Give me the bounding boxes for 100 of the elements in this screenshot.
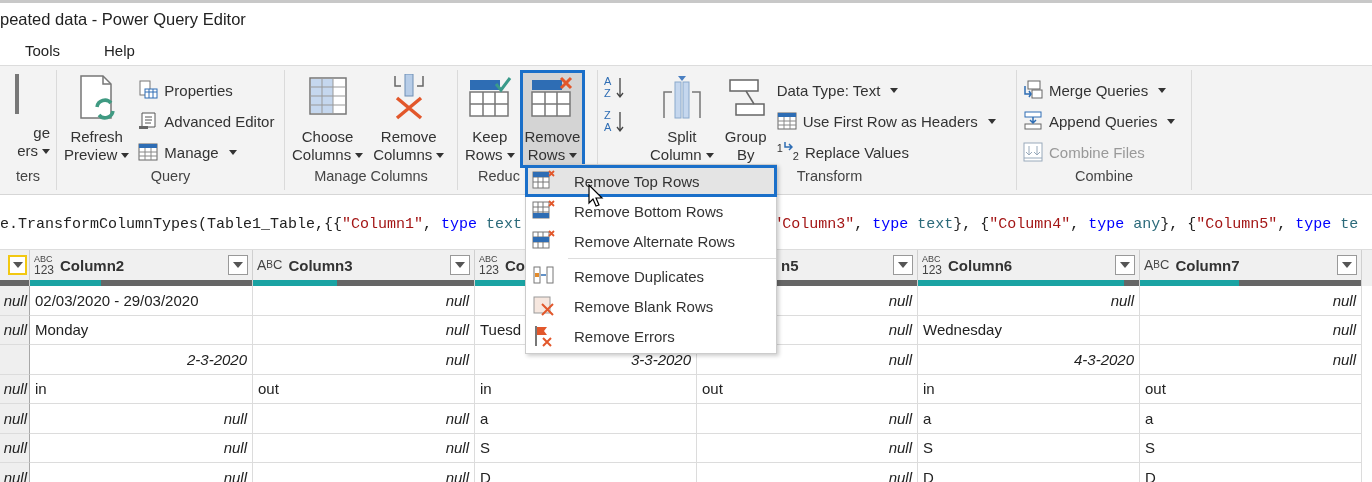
table-cell: null [697,463,918,482]
table-cell: S [475,433,697,463]
caret-icon [455,262,465,268]
ribbon-button[interactable]: Group By [720,72,771,166]
combine-files-icon [1023,142,1043,162]
table-cell: Monday [30,315,253,345]
table-cell: D [1140,463,1362,482]
ribbon-button[interactable]: Advanced Editor [136,109,277,133]
ribbon-button[interactable]: 1 2 Replace Values [774,140,998,164]
merge-icon [1023,80,1043,100]
formula-text: e.TransformColumnTypes(Table1_Table,{{"Column1", type text [0,216,523,233]
table-cell: a [475,404,697,434]
ribbon-button[interactable]: Refresh Preview [61,72,133,166]
table-cell: S [918,433,1140,463]
filter-dropdown[interactable] [450,255,470,275]
ribbon-button[interactable]: ge ers [15,72,52,162]
table-cell: null [697,404,918,434]
arrow-icon [782,142,793,152]
table-cell: in [30,374,253,404]
table-cell: null [253,315,475,345]
group-label: ters [15,168,41,184]
table-cell: null [253,404,475,434]
ribbon-button[interactable]: A Z [602,72,630,104]
column-header[interactable] [0,250,30,286]
table-cell: out [1140,374,1362,404]
ribbon-button[interactable]: Properties [136,78,277,102]
remove-rows-icon [530,74,575,120]
table-cell: Wednesday [918,315,1140,345]
table-cell: a [1140,404,1362,434]
table-cell: null [918,286,1140,316]
group-label: Reduc [478,168,520,184]
caret-icon [898,262,908,268]
caret-icon [12,262,23,268]
arrow-icon [616,110,624,134]
table-cell: null [253,463,475,482]
remove-top-rows-icon [532,170,556,192]
table-cell: null [1140,286,1362,316]
formula-text: "Column3", type text}, {"Column4", type any}, {"Column5", type te [773,216,1359,233]
ribbon-button[interactable]: Split Column [647,72,717,166]
table-cell: S [1140,433,1362,463]
ribbon-button[interactable]: Remove Columns [370,72,448,166]
filter-dropdown[interactable] [8,255,27,275]
group-label: Transform [796,168,863,184]
page-edge-icon [15,74,20,114]
table-cell: out [253,374,475,404]
caret-icon [1120,262,1130,268]
table-cell: null [1140,315,1362,345]
table-cell: null [1140,345,1362,375]
ribbon-button[interactable]: Remove Rows [521,72,584,166]
menu-item[interactable]: Remove Top Rows [526,166,776,196]
ribbon-button[interactable]: Z A [602,106,630,138]
table-cell: null [30,404,253,434]
keep-rows-icon [467,74,512,120]
caret-icon [1342,262,1352,268]
menu-tab[interactable]: Tools [25,41,61,59]
ribbon-button[interactable]: Keep Rows [462,72,518,166]
table-cell: null [0,315,30,345]
group-label: Manage Columns [314,168,428,184]
ribbon-button[interactable]: Merge Queries [1021,78,1178,102]
arrow-icon [616,76,624,100]
table-icon [776,111,797,131]
group-label: Query [150,168,191,184]
type-indicator: ABC 123 [479,254,500,276]
table-cell: D [918,463,1140,482]
table-icon [138,142,159,162]
filter-dropdown[interactable] [1337,255,1357,275]
ribbon-button[interactable]: Choose Columns [289,72,367,166]
append-icon [1023,111,1043,131]
table-cell: null [253,345,475,375]
table-cell: D [475,463,697,482]
ribbon-button[interactable]: Use First Row as Headers [774,109,998,133]
ribbon-button[interactable]: Append Queries [1021,109,1178,133]
properties-icon [138,80,159,100]
table-cell: null [0,286,30,316]
table-cell: a [918,404,1140,434]
window-title: peated data - Power Query Editor [0,9,246,29]
caret-icon [233,262,243,268]
table-cell: null [697,433,918,463]
group-label: Combine [1075,168,1133,184]
filter-dropdown[interactable] [228,255,248,275]
blank-rows-icon [532,295,556,317]
filter-dropdown[interactable] [893,255,913,275]
table-cell: 02/03/2020 - 29/03/2020 [30,286,253,316]
table-cell: null [253,286,475,316]
menu-tab[interactable]: Help [104,41,135,59]
menu-item[interactable]: Remove Bottom Rows [526,196,776,226]
ribbon-button[interactable]: Data Type: Text [774,78,998,102]
table-cell: null [30,433,253,463]
script-icon [138,111,159,131]
type-indicator: ABC 123 [922,254,943,276]
remove-alternate-rows-icon [532,230,556,252]
table-cell: null [30,463,253,482]
remove-bottom-rows-icon [532,200,556,222]
table-cell: out [697,374,918,404]
filter-dropdown[interactable] [1115,255,1135,275]
table-cell: null [253,433,475,463]
table-cell: null [0,463,30,482]
ribbon-button[interactable]: Manage [136,140,277,164]
table-cell: null [0,433,30,463]
table-cell: in [918,374,1140,404]
